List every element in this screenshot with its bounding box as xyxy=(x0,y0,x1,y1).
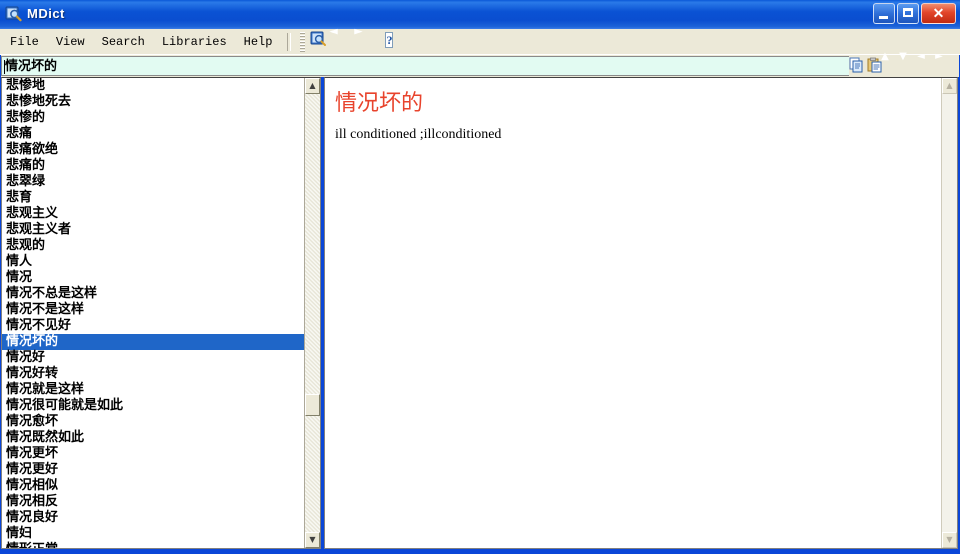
toolbar-help-button[interactable]: ? xyxy=(383,31,405,53)
headword: 情况坏的 xyxy=(335,91,424,116)
word-list-item[interactable]: 情况 xyxy=(2,270,305,286)
word-list-item[interactable]: 悲观主义者 xyxy=(2,222,305,238)
menu-item-libraries[interactable]: Libraries xyxy=(155,32,234,52)
history-forward-glyph: ► xyxy=(935,51,943,62)
maximize-icon xyxy=(903,8,913,17)
word-list-item[interactable]: 悲育 xyxy=(2,190,305,206)
history-back-glyph: ◄ xyxy=(917,51,925,62)
word-list-item[interactable]: 情人 xyxy=(2,254,305,270)
toolbar-dictionary-search-button[interactable] xyxy=(308,31,330,53)
forward-arrow-glyph: ► xyxy=(354,24,363,37)
menu-item-file[interactable]: File xyxy=(3,32,46,52)
word-list-item[interactable]: 悲惨的 xyxy=(2,110,305,126)
search-input[interactable]: 情况坏的 xyxy=(1,56,849,76)
definition-pane: 情况坏的 ill conditioned ;illconditioned ▲ ▼ xyxy=(324,77,958,549)
title-bar-left: MDict xyxy=(5,5,65,22)
back-arrow-glyph: ◄ xyxy=(329,24,338,37)
word-list-item[interactable]: 情况相似 xyxy=(2,478,305,494)
search-bar: 情况坏的 ▲ ▼ ◄ ► xyxy=(0,52,960,77)
definition-text: ill conditioned ;illconditioned xyxy=(335,127,502,142)
word-list-item[interactable]: 情形正常 xyxy=(2,542,305,548)
word-list-item[interactable]: 情况好 xyxy=(2,350,305,366)
word-list-pane: 悲惨地 悲惨地死去 悲惨的 悲痛 悲痛欲绝 悲痛的 悲翠绿 悲育 悲观主义 悲观主义者 悲观的 情人情… xyxy=(1,77,321,549)
copy-icon xyxy=(849,57,865,77)
menu-item-help[interactable]: Help xyxy=(237,32,280,52)
word-list-item[interactable]: 情况既然如此 xyxy=(2,430,305,446)
word-list-item[interactable]: 情妇 xyxy=(2,526,305,542)
word-list-item[interactable]: 悲痛 xyxy=(2,126,305,142)
mdict-window: MDict ✕ File View Search Libraries Help xyxy=(0,0,960,554)
menu-bar: File View Search Libraries Help ◄ ► ? xyxy=(0,25,960,55)
toolbar-forward-button[interactable]: ► xyxy=(354,25,380,53)
scroll-up-glyph: ▲ xyxy=(881,51,889,62)
word-list-item[interactable]: 情况不见好 xyxy=(2,318,305,334)
word-list-item[interactable]: 悲惨地 xyxy=(2,78,305,94)
toolbar-back-button[interactable]: ◄ xyxy=(329,25,355,53)
word-list-item[interactable]: 情况不总是这样 xyxy=(2,286,305,302)
maximize-button[interactable] xyxy=(897,3,919,24)
word-list-scroll-up-button[interactable]: ▲ xyxy=(305,78,320,94)
word-list-item[interactable]: 情况更坏 xyxy=(2,446,305,462)
dictionary-search-icon xyxy=(310,31,328,51)
copy-button[interactable] xyxy=(849,57,867,75)
menu-item-search[interactable]: Search xyxy=(95,32,152,52)
definition-scroll-up-button[interactable]: ▲ xyxy=(942,78,957,94)
dictionary-magnifier-icon xyxy=(5,5,22,22)
word-list-item[interactable]: 悲观主义 xyxy=(2,206,305,222)
word-list-item[interactable]: 情况好转 xyxy=(2,366,305,382)
close-button[interactable]: ✕ xyxy=(921,3,956,24)
entry-toolbar: ▲ ▼ ◄ ► xyxy=(849,52,957,77)
definition-scrollbar[interactable]: ▲ ▼ xyxy=(941,78,957,548)
window-left-border xyxy=(0,55,1,554)
word-list-item[interactable]: 情况就是这样 xyxy=(2,382,305,398)
text-caret xyxy=(4,60,5,74)
toolbar-grip[interactable] xyxy=(300,31,306,52)
word-list-scroll-down-button[interactable]: ▼ xyxy=(305,532,320,548)
main-area: 悲惨地 悲惨地死去 悲惨的 悲痛 悲痛欲绝 悲痛的 悲翠绿 悲育 悲观主义 悲观主义者 悲观的 情人情… xyxy=(0,77,960,551)
close-icon: ✕ xyxy=(932,5,945,21)
help-icon: ? xyxy=(385,31,394,48)
toolbar-divider xyxy=(287,32,292,51)
word-list-item[interactable]: 悲翠绿 xyxy=(2,174,305,190)
word-list-scroll-thumb[interactable] xyxy=(305,394,320,416)
menu-item-view[interactable]: View xyxy=(49,32,92,52)
history-forward-button[interactable]: ► xyxy=(935,52,957,75)
word-list-item[interactable]: 悲观的 xyxy=(2,238,305,254)
definition-content: 情况坏的 ill conditioned ;illconditioned xyxy=(325,78,940,548)
minimize-icon xyxy=(879,16,888,19)
word-list[interactable]: 悲惨地 悲惨地死去 悲惨的 悲痛 悲痛欲绝 悲痛的 悲翠绿 悲育 悲观主义 悲观主义者 悲观的 情人情… xyxy=(2,78,305,548)
word-list-item[interactable]: 悲痛的 xyxy=(2,158,305,174)
word-list-item[interactable]: 情况很可能就是如此 xyxy=(2,398,305,414)
word-list-item[interactable]: 情况相反 xyxy=(2,494,305,510)
word-list-item-selected[interactable]: 情况坏的 xyxy=(2,334,305,350)
window-title: MDict xyxy=(27,6,65,21)
word-list-item[interactable]: 情况更好 xyxy=(2,462,305,478)
scroll-down-glyph: ▼ xyxy=(899,51,907,62)
minimize-button[interactable] xyxy=(873,3,895,24)
definition-scroll-down-button[interactable]: ▼ xyxy=(942,532,957,548)
word-list-item[interactable]: 情况良好 xyxy=(2,510,305,526)
title-bar: MDict ✕ xyxy=(0,0,960,29)
word-list-item[interactable]: 情况愈坏 xyxy=(2,414,305,430)
word-list-item[interactable]: 悲惨地死去 xyxy=(2,94,305,110)
window-controls: ✕ xyxy=(873,3,956,24)
word-list-scrollbar[interactable]: ▲ ▼ xyxy=(304,78,320,548)
paste-icon xyxy=(867,57,883,77)
word-list-item[interactable]: 情况不是这样 xyxy=(2,302,305,318)
word-list-item[interactable]: 悲痛欲绝 xyxy=(2,142,305,158)
search-input-value: 情况坏的 xyxy=(5,58,58,74)
